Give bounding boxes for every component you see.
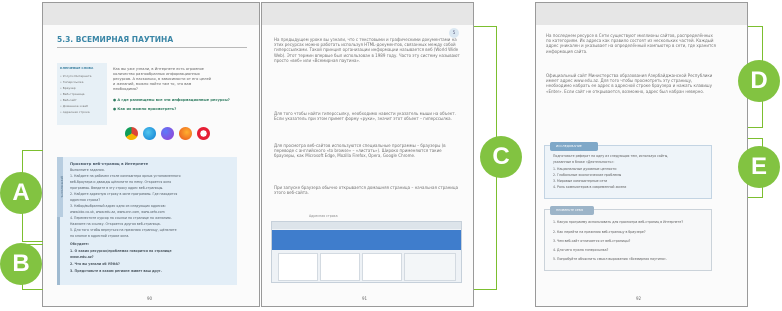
keyword-item: • Гиперссылка: [60, 80, 84, 84]
self-check-tag-label: ПРОВЕРЬТЕ СЕБЯ: [556, 208, 584, 212]
self-check-question: 4. Для чего нужна гиперссылка?: [553, 248, 609, 252]
activity-line: адресная строка?: [70, 198, 101, 202]
activity-line: www.bbc.co.uk, www.edu.az, www.cnn.com, …: [70, 210, 165, 214]
self-check-question: 3. Чем веб-сайт отличается от веб-страни…: [553, 239, 631, 243]
activity-line: 1. Найдите на рабочем столе компьютера я…: [70, 174, 181, 178]
firefox-icon: [179, 127, 192, 140]
activity-line: программы. Введите в эту строку адрес ве…: [70, 186, 164, 190]
research-tag-label: ИССЛЕДОВАНИЕ: [556, 144, 582, 148]
research-line: Подготовьте реферат на одну из следующих…: [553, 154, 669, 158]
marker-c: C: [480, 136, 522, 178]
marker-e: E: [738, 146, 780, 188]
edge-icon: [143, 127, 156, 140]
body-paragraph: Для того чтобы найти гиперссылку, необхо…: [274, 111, 456, 122]
browser-screenshot: [271, 221, 462, 283]
chrome-icon: [125, 127, 138, 140]
middle-textbook-page: 5 На предыдущем уроке вы узнали, что с т…: [261, 2, 474, 307]
opera-icon: [197, 127, 210, 140]
page-number: 90: [147, 296, 153, 301]
page-header-band: [43, 3, 259, 25]
activity-line: 3. Набор/выбранный адрес одно из следующ…: [70, 204, 166, 208]
keyword-item: • Веб-страница: [60, 92, 85, 96]
website-card: [320, 253, 360, 281]
discuss-question: 1. О каких ресурсах/проблемах говорится …: [70, 249, 172, 253]
question-item: ● А где размещены все эти информационные…: [113, 98, 230, 102]
self-check-tag: ПРОВЕРЬТЕ СЕБЯ: [550, 206, 594, 215]
research-line: 3. Мировые компьютерные сети: [553, 179, 608, 183]
keyword-item: • Веб-сайт: [60, 98, 77, 102]
research-line: 1. Национальные духовные ценности: [553, 167, 617, 171]
body-paragraph: На предыдущем уроке вы узнали, что с тек…: [274, 37, 460, 63]
screenshot-caption: Адресная строка: [309, 214, 338, 218]
website-banner: [272, 230, 461, 250]
research-box: ИССЛЕДОВАНИЕ Подготовьте реферат на одну…: [544, 142, 712, 199]
body-paragraph: На последнем ресурсе в Сети существуют м…: [546, 33, 716, 54]
body-paragraph: Официальный сайт Министерства образовани…: [546, 73, 713, 94]
title-rule: [57, 47, 247, 48]
page-header-band: [262, 3, 473, 25]
intro-paragraph: Как вы уже узнали, в Интернете есть огро…: [113, 66, 211, 91]
research-line: 2. Глобальные экологические проблемы: [553, 173, 622, 177]
marker-b: B: [0, 243, 42, 285]
discuss-question: 2. Что вы узнали об УЕФА?: [70, 262, 120, 266]
activity-box: Просмотр веб-страниц в Интернете Выполни…: [57, 157, 237, 285]
activity-line: веб-браузера и дважды щёлкните по нему. …: [70, 180, 172, 184]
keyword-item: • Доменное и веб: [60, 104, 88, 108]
activity-line: 4. Переместите курсор на ссылки на стран…: [70, 216, 172, 220]
activity-line: Нажмите на ссылку. Откроется другая веб-…: [70, 222, 161, 226]
page-number: 91: [362, 296, 368, 301]
activity-line: Выполните задания.: [70, 168, 105, 172]
question-item: ● Как их можно просмотреть?: [113, 107, 177, 111]
page-number: 92: [636, 296, 642, 301]
website-card: [362, 253, 402, 281]
safari-icon: [161, 127, 174, 140]
self-check-box: ПРОВЕРЬТЕ СЕБЯ 1. Какую программу исполь…: [544, 206, 712, 271]
chapter-title: 5.3. ВСЕМИРНАЯ ПАУТИНА: [57, 35, 174, 44]
activity-side-label: ДЕЯТЕЛЬНОСТЬ: [57, 157, 63, 217]
browser-address-bar: [272, 222, 461, 229]
discuss-label: Обсудите:: [70, 242, 89, 246]
keyword-item: • Адресная строка: [60, 110, 90, 114]
keywords-title: КЛЮЧЕВЫЕ СЛОВА: [60, 66, 94, 70]
marker-a: A: [0, 172, 42, 214]
research-line: 4. Роль компьютеров в современной жизни: [553, 185, 627, 189]
self-check-question: 2. Как перейти на прежнюю веб-страницу в…: [553, 230, 646, 234]
website-sidebar: [404, 253, 456, 281]
marker-d: D: [738, 60, 780, 102]
keywords-box: КЛЮЧЕВЫЕ СЛОВА • Услуги Интернета • Гипе…: [57, 63, 107, 125]
keyword-item: • Браузер: [60, 86, 76, 90]
research-line: указанные в блоке «Деятельность»:: [553, 160, 615, 164]
discuss-question: www.edu.az?: [70, 255, 94, 259]
self-check-question: 1. Какую программу использовать для прос…: [553, 220, 684, 224]
left-textbook-page: 5.3. ВСЕМИРНАЯ ПАУТИНА КЛЮЧЕВЫЕ СЛОВА • …: [42, 2, 260, 307]
body-paragraph: При запуске браузера обычно открывается …: [274, 185, 459, 196]
self-check-question: 5. Попробуйте объяснить смысл выражения …: [553, 257, 667, 261]
discuss-question: 3. Представьте в каком регионе живет ваш…: [70, 269, 162, 273]
activity-title: Просмотр веб-страниц в Интернете: [70, 161, 149, 166]
activity-line: по кнопке в адресной строке окна.: [70, 234, 130, 238]
right-textbook-page: На последнем ресурсе в Сети существуют м…: [535, 2, 748, 307]
keyword-item: • Услуги Интернета: [60, 74, 92, 78]
activity-line: 2. Найдите адресную строку в окне програ…: [70, 192, 178, 196]
activity-line: 5. Для того чтобы вернуться на прежнюю с…: [70, 228, 177, 232]
body-paragraph: Для просмотра веб-сайтов используются сп…: [274, 143, 446, 159]
website-card: [278, 253, 318, 281]
research-tag: ИССЛЕДОВАНИЕ: [550, 142, 598, 151]
page-header-band: [536, 3, 747, 25]
